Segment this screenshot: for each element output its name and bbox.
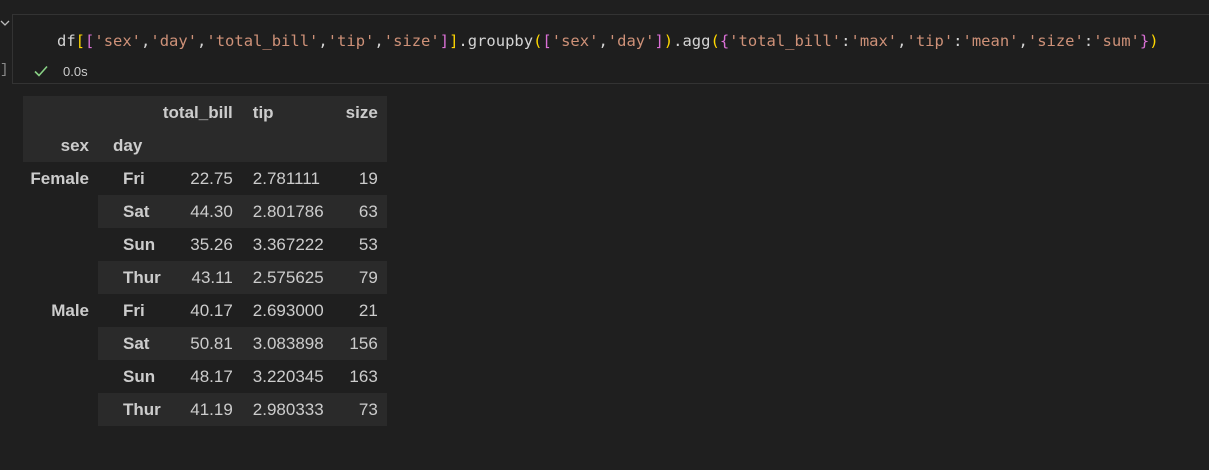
cell-size: 156: [330, 327, 387, 360]
collapse-chevron-icon[interactable]: [0, 18, 10, 28]
code-token: ]: [654, 32, 664, 50]
code-token: 'sum': [1093, 32, 1140, 50]
code-token: 'total_bill': [206, 32, 319, 50]
index-day-cell: Fri: [98, 294, 161, 327]
blank-header: [240, 129, 331, 162]
code-token: }: [1139, 32, 1150, 50]
output-dataframe: total_bill tip size sex day Female Fri 22.…: [23, 96, 387, 426]
code-token: 'tip': [906, 32, 954, 50]
column-header-row: total_bill tip size: [23, 96, 387, 129]
code-token: 'size': [383, 32, 440, 50]
code-token: 'day': [150, 32, 198, 50]
cell-size: 53: [330, 228, 387, 261]
table-row: Male Fri 40.17 2.693000 21: [23, 294, 387, 426]
index-name-sex: sex: [23, 129, 98, 162]
code-token: .agg: [673, 32, 711, 50]
cell-total-bill: 43.11: [160, 261, 241, 294]
code-token: ,: [197, 32, 207, 50]
code-token: 'day': [607, 32, 655, 50]
cell-size: 63: [330, 195, 387, 228]
cell-total-bill: 50.81: [160, 327, 241, 360]
index-day-cell: Sat: [98, 327, 161, 360]
index-names-row: sex day: [23, 129, 387, 162]
blank-header: [160, 129, 241, 162]
code-token: ,: [374, 32, 384, 50]
code-token: ,: [897, 32, 907, 50]
blank-header: [23, 96, 98, 129]
code-token: :: [953, 32, 963, 50]
code-token: ,: [141, 32, 151, 50]
code-token: 'mean': [962, 32, 1019, 50]
code-token: 'sex': [94, 32, 142, 50]
code-token: :: [1083, 32, 1094, 50]
cell-tip: 2.693000: [240, 294, 331, 327]
code-token: 'total_bill': [729, 32, 842, 50]
column-header-tip: tip: [240, 96, 331, 129]
cell-tip: 2.801786: [240, 195, 331, 228]
cell-tip: 2.575625: [240, 261, 331, 294]
code-token: 'tip': [327, 32, 375, 50]
code-token: ]: [439, 32, 450, 50]
code-token: df: [57, 32, 76, 50]
index-sex-cell: Male: [23, 294, 98, 426]
code-editor-line[interactable]: df[['sex','day','total_bill','tip','size…: [57, 29, 1159, 53]
cell-total-bill: 48.17: [160, 360, 241, 393]
code-token: [: [85, 32, 95, 50]
cell-tip: 2.980333: [240, 393, 331, 426]
blank-header: [98, 96, 161, 129]
cell-total-bill: 35.26: [160, 228, 241, 261]
index-day-cell: Thur: [98, 261, 161, 294]
index-day-cell: Fri: [98, 162, 161, 195]
index-day-cell: Thur: [98, 393, 161, 426]
code-token: ): [1149, 32, 1159, 50]
code-token: 'size': [1027, 32, 1084, 50]
code-token: ,: [1018, 32, 1028, 50]
check-icon: [34, 65, 48, 77]
index-day-cell: Sun: [98, 360, 161, 393]
cell-tip: 2.781111: [240, 162, 331, 195]
code-token: 'sex': [551, 32, 599, 50]
code-token: [: [75, 32, 86, 50]
column-header-size: size: [330, 96, 387, 129]
index-day-cell: Sun: [98, 228, 161, 261]
blank-header: [330, 129, 387, 162]
cell-size: 163: [330, 360, 387, 393]
cell-total-bill: 41.19: [160, 393, 241, 426]
code-token: ,: [598, 32, 608, 50]
cell-total-bill: 22.75: [160, 162, 241, 195]
index-day-cell: Sat: [98, 195, 161, 228]
cell-tip: 3.220345: [240, 360, 331, 393]
execution-count-bracket: ]: [0, 62, 9, 78]
execution-status: 0.0s: [33, 61, 88, 81]
cell-tip: 3.367222: [240, 228, 331, 261]
table-row: Female Fri 22.75 2.781111 19: [23, 162, 387, 294]
code-token: {: [719, 32, 730, 50]
execution-time: 0.0s: [63, 63, 88, 79]
cell-total-bill: 44.30: [160, 195, 241, 228]
cell-size: 21: [330, 294, 387, 327]
cell-tip: 3.083898: [240, 327, 331, 360]
code-token: ): [663, 32, 674, 50]
code-token: .groupby: [458, 32, 534, 50]
notebook-view: ] df[['sex','day','total_bill','tip','si…: [0, 0, 1209, 470]
code-token: [: [542, 32, 552, 50]
cell-size: 79: [330, 261, 387, 294]
index-sex-cell: Female: [23, 162, 98, 294]
column-header-total-bill: total_bill: [160, 96, 241, 129]
code-token: (: [710, 32, 720, 50]
code-token: 'max': [850, 32, 898, 50]
cell-size: 19: [330, 162, 387, 195]
cell-total-bill: 40.17: [160, 294, 241, 327]
code-cell[interactable]: df[['sex','day','total_bill','tip','size…: [12, 14, 1209, 84]
code-token: ,: [318, 32, 328, 50]
cell-size: 73: [330, 393, 387, 426]
index-name-day: day: [98, 129, 161, 162]
table-body: Female Fri 22.75 2.781111 19 Sat 44.30 2.801786…: [23, 162, 387, 426]
